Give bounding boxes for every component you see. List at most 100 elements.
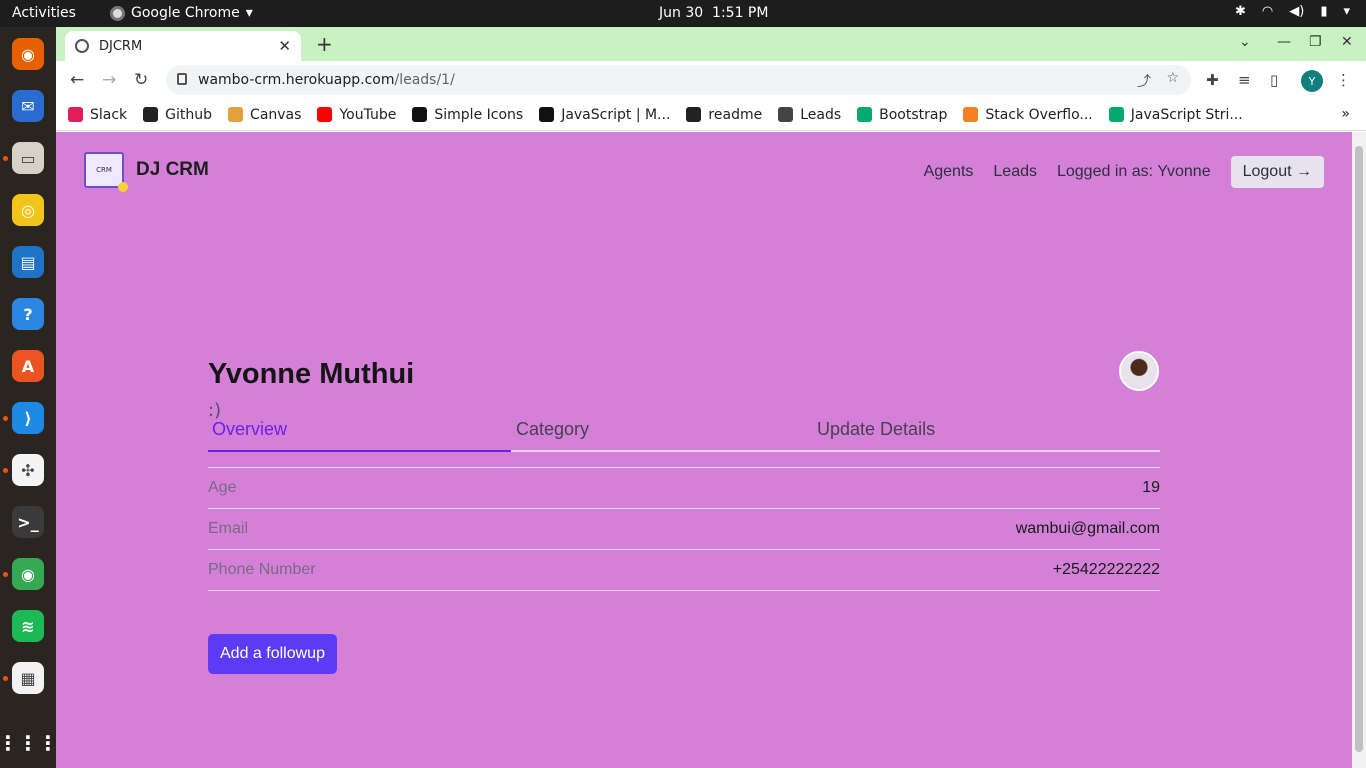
media-queue-icon[interactable]: ≡ bbox=[1238, 71, 1251, 89]
terminal-icon[interactable]: >_ bbox=[12, 506, 44, 538]
bookmark-slack[interactable]: Slack bbox=[68, 107, 127, 123]
new-tab-icon[interactable]: + bbox=[316, 32, 333, 56]
logged-in-label: Logged in as: Yvonne bbox=[1056, 163, 1211, 180]
nav-link-agents[interactable]: Agents bbox=[924, 163, 974, 181]
kebab-menu-icon[interactable]: ⋮ bbox=[1336, 71, 1351, 89]
window-close-icon[interactable]: ✕ bbox=[1341, 34, 1353, 50]
bookmarks-overflow-icon[interactable]: » bbox=[1341, 106, 1350, 122]
bookmark-readme[interactable]: readme bbox=[686, 107, 762, 123]
tab-title: DJCRM bbox=[99, 38, 143, 54]
chevron-down-icon[interactable]: ▾ bbox=[1343, 4, 1350, 19]
browser-tab[interactable]: DJCRM ✕ bbox=[65, 31, 301, 61]
bookmark-label: JavaScript | M... bbox=[561, 106, 671, 123]
bookmark-label: Stack Overflo... bbox=[985, 106, 1093, 123]
clock[interactable]: Jun 30 1:51 PM bbox=[659, 5, 768, 21]
logout-button[interactable]: Logout → bbox=[1230, 156, 1324, 188]
detail-value: wambui@gmail.com bbox=[1015, 520, 1160, 537]
bookmark-simple-icons[interactable]: Simple Icons bbox=[412, 107, 523, 123]
tab-category[interactable]: Category bbox=[516, 419, 589, 440]
help-icon[interactable]: ? bbox=[12, 298, 44, 330]
brand[interactable]: CRM DJ CRM bbox=[84, 152, 209, 192]
side-panel-icon[interactable]: ▯ bbox=[1270, 71, 1278, 89]
active-tab-indicator bbox=[208, 450, 511, 452]
bookmark-leads[interactable]: Leads bbox=[778, 107, 841, 123]
clock-time: 1:51 PM bbox=[712, 5, 769, 21]
software-icon[interactable]: A bbox=[12, 350, 44, 382]
dock: ◉ ✉ ▭ ◎ ▤? A ⟩ ✣ >_ ◉ ≋ ▦ ⋮⋮⋮ bbox=[0, 27, 58, 768]
lead-name: Yvonne Muthui bbox=[208, 358, 415, 390]
stackoverflow-icon bbox=[963, 107, 979, 122]
firefox-icon[interactable]: ◉ bbox=[12, 38, 44, 70]
close-icon[interactable]: ✕ bbox=[278, 37, 291, 55]
github-icon bbox=[686, 107, 702, 122]
text-editor-icon[interactable]: ▦ bbox=[12, 662, 44, 694]
detail-row-age: Age 19 bbox=[208, 468, 1160, 509]
network-wired-icon[interactable]: ✱ bbox=[1235, 4, 1246, 19]
detail-label: Phone Number bbox=[208, 561, 316, 578]
crm-logo: CRM bbox=[84, 152, 128, 192]
bookmark-label: Slack bbox=[90, 106, 128, 123]
system-tray[interactable]: ✱ ◠ ◀) ▮ ▾ bbox=[1235, 4, 1350, 19]
files-icon[interactable]: ▭ bbox=[12, 142, 44, 174]
spotify-icon[interactable]: ≋ bbox=[12, 610, 44, 642]
bookmark-bootstrap[interactable]: Bootstrap bbox=[857, 107, 947, 123]
bookmark-label: Simple Icons bbox=[434, 106, 524, 123]
battery-icon[interactable]: ▮ bbox=[1320, 4, 1327, 19]
back-icon[interactable]: ← bbox=[70, 70, 84, 90]
simple-icons-icon bbox=[412, 107, 428, 122]
nav-link-leads[interactable]: Leads bbox=[993, 163, 1037, 181]
bookmark-label: Canvas bbox=[250, 106, 302, 123]
tab-strip: DJCRM ✕ + ⌄ — ❐ ✕ bbox=[56, 27, 1366, 61]
scrollbar-thumb[interactable] bbox=[1355, 146, 1363, 752]
top-nav: Agents Leads Logged in as: Yvonne Logout… bbox=[904, 156, 1324, 188]
lead-avatar bbox=[1119, 351, 1159, 391]
browser-toolbar: ← → ↻ wambo-crm.herokuapp.com/leads/1/ ⤴… bbox=[56, 61, 1366, 99]
reload-icon[interactable]: ↻ bbox=[134, 70, 148, 90]
minimize-icon[interactable]: — bbox=[1277, 34, 1291, 50]
bookmark-canvas[interactable]: Canvas bbox=[228, 107, 301, 123]
address-bar[interactable]: wambo-crm.herokuapp.com/leads/1/ ⤴ ☆ bbox=[166, 65, 1191, 95]
bookmark-javascript-m[interactable]: JavaScript | M... bbox=[539, 107, 670, 123]
lock-icon[interactable] bbox=[177, 73, 187, 85]
tab-overview[interactable]: Overview bbox=[212, 419, 287, 440]
running-indicator bbox=[3, 156, 8, 161]
mdn-icon bbox=[539, 107, 555, 122]
tab-update-details[interactable]: Update Details bbox=[817, 419, 935, 440]
show-apps-icon[interactable]: ⋮⋮⋮ bbox=[0, 727, 58, 759]
github-icon bbox=[143, 107, 159, 122]
volume-icon[interactable]: ◀) bbox=[1289, 4, 1304, 19]
detail-value: +25422222222 bbox=[1052, 561, 1160, 578]
system-top-bar: Activities Google Chrome ▾ Jun 30 1:51 P… bbox=[0, 0, 1366, 27]
bookmark-youtube[interactable]: YouTube bbox=[317, 107, 396, 123]
bookmark-javascript-stri[interactable]: JavaScript Stri... bbox=[1108, 107, 1243, 123]
bookmark-github[interactable]: Github bbox=[143, 107, 212, 123]
bookmark-stack-overflo[interactable]: Stack Overflo... bbox=[963, 106, 1093, 123]
thunderbird-icon[interactable]: ✉ bbox=[12, 90, 44, 122]
wifi-icon[interactable]: ◠ bbox=[1262, 4, 1273, 19]
star-icon[interactable]: ☆ bbox=[1166, 70, 1179, 86]
lead-tabs: Overview Category Update Details bbox=[208, 412, 1160, 452]
extensions-icon[interactable]: ✚ bbox=[1206, 71, 1219, 89]
browser-window: DJCRM ✕ + ⌄ — ❐ ✕ ← → ↻ wambo-crm.heroku… bbox=[56, 27, 1366, 768]
slack-icon bbox=[68, 107, 83, 122]
chrome-icon[interactable]: ◉ bbox=[12, 558, 44, 590]
profile-avatar[interactable]: Y bbox=[1301, 70, 1323, 92]
add-followup-button[interactable]: Add a followup bbox=[208, 634, 337, 674]
activities-button[interactable]: Activities bbox=[12, 5, 76, 21]
url-path: /leads/1/ bbox=[394, 72, 455, 88]
tab-search-icon[interactable]: ⌄ bbox=[1239, 34, 1251, 50]
slack-icon[interactable]: ✣ bbox=[12, 454, 44, 486]
page-content: CRM DJ CRM Agents Leads Logged in as: Yv… bbox=[56, 132, 1352, 768]
rhythmbox-icon[interactable]: ◎ bbox=[12, 194, 44, 226]
forward-icon[interactable]: → bbox=[102, 70, 116, 90]
libreoffice-writer-icon[interactable]: ▤ bbox=[12, 246, 44, 278]
bookmarks-bar: Slack Github Canvas YouTube Simple Icons Java… bbox=[56, 99, 1366, 131]
app-menu[interactable]: Google Chrome ▾ bbox=[110, 5, 253, 21]
w3schools-icon bbox=[1108, 107, 1124, 122]
bookmark-label: Bootstrap bbox=[879, 106, 948, 123]
share-icon[interactable]: ⤴ bbox=[1137, 71, 1151, 91]
restore-icon[interactable]: ❐ bbox=[1309, 34, 1322, 50]
page-scrollbar[interactable] bbox=[1352, 132, 1366, 768]
vscode-icon[interactable]: ⟩ bbox=[12, 402, 44, 434]
w3schools-icon bbox=[857, 107, 873, 122]
